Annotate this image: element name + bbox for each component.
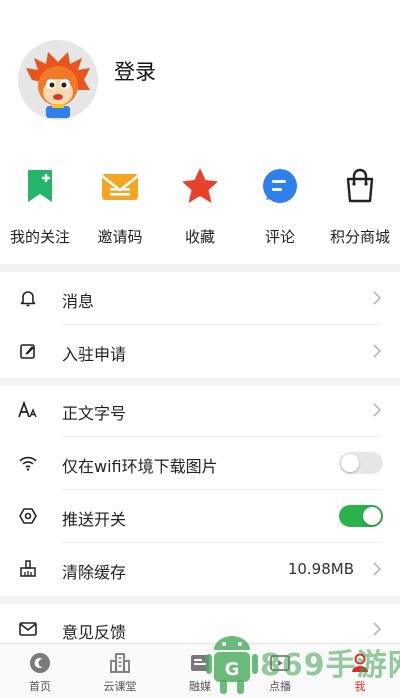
chevron-right-icon [372,402,382,418]
home-icon [28,651,52,675]
toggle-knob [341,454,359,472]
push-toggle[interactable] [339,505,383,527]
shopping-bag-icon [338,164,382,208]
quick-item-following[interactable]: 我的关注 [0,160,80,247]
quick-item-comments[interactable]: 评论 [240,160,320,247]
menu-item-label: 入驻申请 [62,345,127,364]
tab-label: 我 [354,680,366,693]
broom-icon [18,559,38,579]
menu-item-label: 正文字号 [62,404,127,423]
menu-item-clear-cache[interactable]: 清除缓存 10.98MB [0,543,400,596]
envelope-icon [98,164,142,208]
wifi-icon [18,453,38,473]
quick-item-label: 邀请码 [97,228,143,246]
quick-actions: 我的关注 邀请码 收藏 评论 积分商城 [0,160,400,264]
font-size-icon [18,400,38,420]
section-separator [0,264,400,272]
menu-item-wifi-images: 仅在wifi环境下载图片 [0,437,400,490]
tab-media[interactable]: 融媒 [160,644,240,698]
bell-icon [18,288,38,308]
media-icon [188,651,212,675]
avatar[interactable] [18,40,98,120]
chevron-right-icon [372,343,382,359]
tab-label: 点播 [269,680,291,693]
menu-item-label: 清除缓存 [62,563,127,582]
wifi-images-toggle[interactable] [339,452,383,474]
edit-icon [18,341,38,361]
quick-item-label: 收藏 [184,228,215,246]
comment-icon [258,164,302,208]
menu-item-push: 推送开关 [0,490,400,543]
tab-home[interactable]: 首页 [0,644,80,698]
play-icon [268,651,292,675]
bookmark-plus-icon [18,164,62,208]
menu-item-label: 推送开关 [62,510,127,529]
mail-icon [18,619,38,639]
toggle-knob [363,507,381,525]
quick-item-label: 我的关注 [9,228,70,246]
tab-cloud-class[interactable]: 云课堂 [80,644,160,698]
tab-label: 融媒 [189,680,211,693]
bottom-tab-bar: 首页 云课堂 融媒 点播 我 [0,643,400,698]
user-icon [348,651,372,675]
chevron-right-icon [372,290,382,306]
building-icon [108,651,132,675]
quick-item-favorites[interactable]: 收藏 [160,160,240,247]
quick-item-invite-code[interactable]: 邀请码 [80,160,160,247]
monkey-mascot-icon [18,40,98,120]
push-icon [18,506,38,526]
menu-item-label: 消息 [62,292,95,311]
profile-header: 登录 [0,0,400,160]
chevron-right-icon [372,561,382,577]
quick-item-label: 积分商城 [329,228,390,246]
tab-label: 首页 [29,680,51,693]
chevron-right-icon [372,621,382,637]
cache-size-value: 10.98MB [287,560,354,578]
tab-me[interactable]: 我 [320,644,400,698]
tab-vod[interactable]: 点播 [240,644,320,698]
tab-label: 云课堂 [103,680,137,693]
star-icon [178,164,222,208]
login-button[interactable]: 登录 [114,56,156,86]
quick-item-points-mall[interactable]: 积分商城 [320,160,400,247]
quick-item-label: 评论 [264,228,295,246]
menu-item-font-size[interactable]: 正文字号 [0,384,400,437]
menu-item-apply[interactable]: 入驻申请 [0,325,400,378]
menu-item-label: 意见反馈 [62,623,127,642]
menu-item-messages[interactable]: 消息 [0,272,400,325]
menu-item-label: 仅在wifi环境下载图片 [62,457,218,476]
